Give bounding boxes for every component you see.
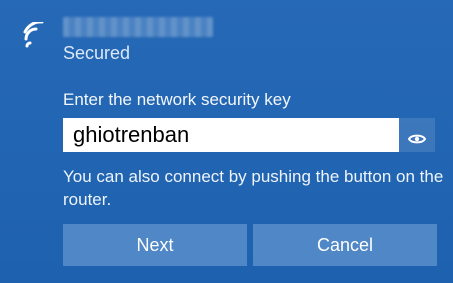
eye-icon [399,131,435,147]
security-key-prompt: Enter the network security key [63,90,291,109]
network-security-key-input[interactable] [63,118,399,152]
network-name-blurred [63,17,213,37]
next-button[interactable]: Next [63,224,247,266]
wifi-icon [22,20,50,50]
cancel-button[interactable]: Cancel [253,224,437,266]
security-status: Secured [63,43,131,63]
reveal-password-button[interactable] [399,118,435,152]
wifi-security-key-dialog: Secured Enter the network security key Y… [0,0,453,283]
connection-help-text: You can also connect by pushing the butt… [63,167,444,209]
